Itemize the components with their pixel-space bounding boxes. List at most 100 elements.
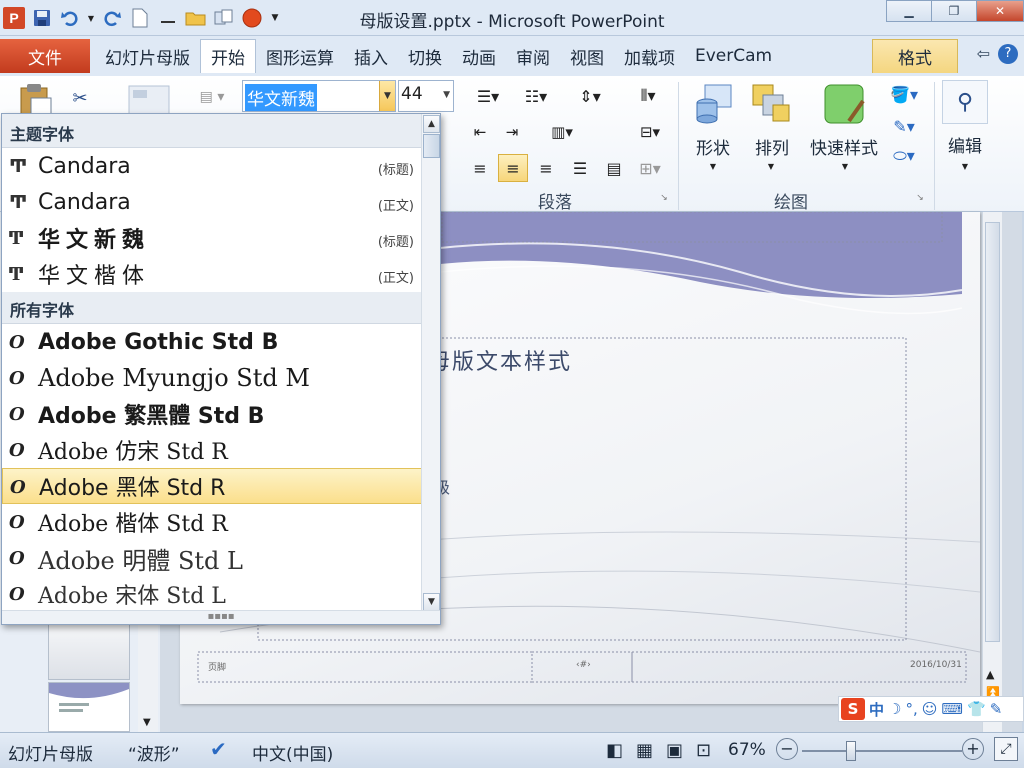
help-icon[interactable]: ? (998, 44, 1018, 64)
tab-view[interactable]: 视图 (560, 39, 614, 73)
font-option[interactable]: O Adobe Gothic Std B (2, 324, 440, 360)
chevron-down-icon[interactable]: ▼ (764, 162, 778, 171)
slide-sorter-icon[interactable]: ▦ (636, 740, 653, 761)
tab-animations[interactable]: 动画 (452, 39, 506, 73)
font-option[interactable]: Ͳ 华文楷体 (正文) (2, 256, 440, 292)
dialog-launcher-icon[interactable]: ↘ (658, 192, 670, 204)
font-name-dropdown-icon[interactable]: ▼ (379, 81, 395, 111)
shapes-label[interactable]: 形状 (692, 134, 734, 159)
dialog-launcher-icon[interactable]: ↘ (914, 192, 926, 204)
spell-check-icon[interactable]: ✔ (210, 737, 227, 761)
distribute-icon[interactable]: ▤ (600, 154, 628, 182)
tab-review[interactable]: 审阅 (506, 39, 560, 73)
tab-addins[interactable]: 加载项 (614, 39, 685, 73)
arrange-label[interactable]: 排列 (750, 134, 794, 159)
date-placeholder[interactable]: 2016/10/31 (910, 660, 962, 670)
text-direction-icon[interactable]: ⦀▾ (630, 84, 666, 108)
align-right-icon[interactable]: ≡ (532, 154, 560, 182)
quick-styles-label[interactable]: 快速样式 (804, 134, 884, 159)
smartart-icon[interactable]: ⊞▾ (632, 154, 668, 182)
quick-styles-icon[interactable] (818, 80, 870, 128)
moon-icon[interactable]: ☽ (888, 700, 901, 718)
arrange-icon[interactable] (748, 80, 794, 126)
chevron-down-icon[interactable]: ▼ (838, 162, 852, 171)
font-option[interactable]: O Adobe 楷体 Std R (2, 504, 440, 540)
keyboard-icon[interactable]: ⌨ (941, 700, 963, 718)
font-option[interactable]: O Adobe 繁黑體 Std B (2, 396, 440, 432)
resize-grip-icon[interactable]: ▪▪▪▪ (2, 610, 440, 624)
slide-vertical-scrollbar[interactable]: ▲ ⏫ (982, 212, 1002, 732)
shape-outline-icon[interactable]: ✎▾ (884, 114, 924, 138)
tab-slide-master[interactable]: 幻灯片母版 (95, 39, 200, 73)
scroll-up-icon[interactable]: ▲ (986, 668, 994, 681)
font-option[interactable]: Ͳ Candara (标题) (2, 148, 440, 184)
layout-icon[interactable]: ▤ ▾ (192, 86, 232, 108)
decrease-indent-icon[interactable]: ⇤ (466, 120, 494, 144)
align-center-icon[interactable]: ≡ (498, 154, 528, 182)
emoji-icon[interactable]: ☺ (922, 700, 938, 718)
shape-effects-icon[interactable]: ⬭▾ (884, 144, 924, 168)
skin-icon[interactable]: 👕 (967, 700, 986, 718)
justify-icon[interactable]: ☰ (566, 154, 594, 182)
chevron-down-icon[interactable]: ▼ (958, 162, 972, 171)
scroll-thumb[interactable] (423, 134, 440, 158)
fit-to-window-icon[interactable]: ⤢ (994, 737, 1018, 761)
font-list-scrollbar[interactable]: ▲ ▼ (421, 114, 440, 612)
font-option[interactable]: Ͳ Candara (正文) (2, 184, 440, 220)
zoom-out-icon[interactable]: − (776, 738, 798, 760)
tab-evercam[interactable]: EverCam (685, 39, 782, 73)
scroll-thumb[interactable] (985, 222, 1000, 642)
columns-icon[interactable]: ▥▾ (540, 120, 584, 144)
tab-transitions[interactable]: 切换 (398, 39, 452, 73)
tab-format[interactable]: 格式 (872, 39, 958, 73)
footer-placeholder[interactable]: 页脚 (208, 660, 226, 673)
master-body-text[interactable]: 母版文本样式 (428, 344, 572, 376)
thumbnail-scrollbar[interactable]: ▼ (138, 624, 158, 732)
status-language[interactable]: 中文(中国) (252, 740, 333, 765)
font-option[interactable]: O Adobe 仿宋 Std R (2, 432, 440, 468)
font-size-value[interactable]: 44 (401, 84, 423, 104)
font-size-combobox[interactable]: 44 ▼ (398, 80, 454, 112)
reading-view-icon[interactable]: ▣ (666, 740, 683, 761)
font-option[interactable]: O Adobe 宋体 Std L (2, 576, 440, 612)
shape-fill-icon[interactable]: 🪣▾ (884, 82, 924, 106)
close-icon[interactable]: ✕ (976, 0, 1024, 22)
font-option-selected[interactable]: O Adobe 黑体 Std R (2, 468, 440, 504)
slide-thumbnail[interactable] (48, 682, 130, 732)
scroll-up-icon[interactable]: ▲ (423, 115, 440, 133)
line-spacing-icon[interactable]: ⇕▾ (568, 84, 612, 108)
minimize-icon[interactable]: ▁ (886, 0, 932, 22)
tab-home[interactable]: 开始 (200, 39, 256, 73)
punctuation-icon[interactable]: °, (905, 700, 917, 718)
normal-view-icon[interactable]: ◧ (606, 740, 623, 761)
bullets-icon[interactable]: ☰▾ (466, 84, 510, 108)
numbering-icon[interactable]: ☷▾ (514, 84, 558, 108)
tab-shape-operations[interactable]: 图形运算 (256, 39, 344, 73)
scroll-down-icon[interactable]: ▼ (143, 717, 151, 728)
ime-mode-label[interactable]: 中 (869, 699, 884, 720)
tab-file[interactable]: 文件 (0, 39, 90, 73)
restore-icon[interactable]: ❐ (931, 0, 977, 22)
cut-icon[interactable]: ✂ (68, 86, 92, 110)
scroll-down-icon[interactable]: ▼ (423, 593, 440, 611)
align-left-icon[interactable]: ≡ (466, 154, 494, 182)
slide-thumbnail[interactable] (48, 624, 130, 680)
font-name-value[interactable]: 华文新魏 (245, 84, 317, 111)
binoculars-icon[interactable]: ⚲ (942, 80, 988, 124)
slideshow-icon[interactable]: ⊡ (696, 740, 711, 761)
zoom-slider-thumb[interactable] (846, 741, 856, 761)
font-option[interactable]: O Adobe 明體 Std L (2, 540, 440, 576)
font-option[interactable]: O Adobe Myungjo Std M (2, 360, 440, 396)
tab-insert[interactable]: 插入 (344, 39, 398, 73)
zoom-slider[interactable] (802, 741, 962, 761)
chevron-down-icon[interactable]: ▼ (706, 162, 720, 171)
edit-label[interactable]: 编辑 (944, 132, 986, 157)
align-text-icon[interactable]: ⊟▾ (630, 120, 670, 144)
font-name-combobox[interactable]: 华文新魏 ▼ (242, 80, 396, 112)
zoom-in-icon[interactable]: + (962, 738, 984, 760)
chevron-down-icon[interactable]: ▼ (443, 90, 450, 100)
font-dropdown-list[interactable]: 主题字体 Ͳ Candara (标题) Ͳ Candara (正文) Ͳ 华文新… (1, 113, 441, 625)
slide-number-placeholder[interactable]: ‹#› (576, 660, 591, 670)
tools-icon[interactable]: ✎ (990, 700, 1003, 718)
pin-ribbon-icon[interactable]: ⇦ (977, 44, 990, 64)
